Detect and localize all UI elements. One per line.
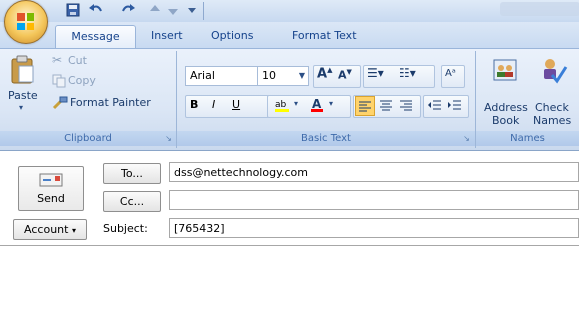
shrink-font-icon[interactable]: A▼ [338, 68, 352, 82]
increase-indent-icon[interactable] [446, 96, 464, 114]
basic-text-group-label: Basic Text [177, 131, 475, 146]
align-center-icon[interactable] [377, 96, 395, 114]
copy-label: Copy [68, 74, 96, 87]
chevron-down-icon: ▾ [19, 103, 24, 112]
chevron-down-icon: ▼ [298, 71, 305, 80]
basic-text-dialog-launcher-icon[interactable]: ↘ [462, 134, 471, 143]
account-button[interactable]: Account ▾ [13, 219, 87, 240]
italic-icon[interactable]: I [212, 98, 215, 111]
undo-icon[interactable] [88, 3, 104, 17]
redo-icon[interactable] [120, 3, 136, 17]
send-label: Send [37, 192, 65, 205]
numbering-icon[interactable]: ☷▾ [399, 66, 416, 80]
send-mail-icon [39, 173, 63, 187]
office-button[interactable] [4, 0, 48, 44]
tab-options[interactable]: Options [211, 26, 253, 46]
message-body[interactable] [0, 245, 579, 332]
window-title [500, 2, 579, 16]
subject-label: Subject: [103, 222, 148, 235]
arrow-down-icon[interactable] [166, 3, 182, 17]
clipboard-dialog-launcher-icon[interactable]: ↘ [164, 134, 173, 143]
grow-font-icon[interactable]: A▲ [317, 66, 332, 81]
svg-text:ab: ab [275, 100, 287, 110]
paste-button[interactable]: Paste ▾ [6, 55, 42, 113]
basic-text-group: Arial ▼ 10 ▼ A▲ A▼ ☰▾ ☷▾ Aᵃ B I U ab ▾ A… [177, 49, 475, 150]
account-label: Account [24, 223, 69, 236]
clipboard-group-label: Clipboard [0, 131, 176, 146]
highlight-icon[interactable]: ab [273, 97, 291, 113]
cut-label: Cut [68, 54, 87, 67]
clipboard-group: Paste ▾ ✂ Cut Copy Format Painter Clipbo… [0, 49, 176, 150]
names-group: Address Book Check Names Names [476, 49, 579, 150]
font-color-icon[interactable]: A [309, 97, 325, 113]
chevron-down-icon: ▾ [71, 226, 76, 235]
tab-format-text[interactable]: Format Text [292, 26, 357, 46]
check-names-button[interactable]: Check Names [530, 53, 576, 129]
paste-icon [11, 55, 34, 84]
styles-button[interactable]: Aᵃ [441, 65, 465, 88]
to-button[interactable]: To... [103, 163, 161, 184]
subject-field[interactable]: [765432] [169, 218, 579, 238]
align-left-icon[interactable] [355, 96, 375, 116]
address-book-label-1: Address [484, 101, 528, 114]
arrow-up-icon[interactable] [148, 3, 164, 17]
chevron-down-icon[interactable]: ▾ [294, 99, 298, 108]
align-right-icon[interactable] [397, 96, 415, 114]
scissors-icon: ✂ [52, 53, 63, 67]
office-logo-icon [17, 13, 34, 30]
font-name-value: Arial [190, 69, 215, 82]
address-book-icon [493, 59, 517, 81]
save-icon[interactable] [66, 3, 82, 17]
check-names-icon [544, 59, 568, 84]
qat-separator [203, 2, 204, 20]
font-size-combo[interactable]: 10 ▼ [257, 66, 309, 86]
format-painter-label: Format Painter [70, 96, 151, 109]
bold-icon[interactable]: B [190, 98, 198, 111]
underline-icon[interactable]: U [232, 98, 240, 111]
styles-icon: Aᵃ [445, 68, 456, 79]
to-field[interactable]: dss@nettechnology.com [169, 162, 579, 182]
check-names-label-1: Check [535, 101, 569, 114]
send-button[interactable]: Send [18, 166, 84, 211]
tab-insert[interactable]: Insert [151, 26, 183, 46]
ribbon: Paste ▾ ✂ Cut Copy Format Painter Clipbo… [0, 48, 579, 151]
title-bar [0, 0, 579, 23]
chevron-down-icon[interactable]: ▾ [329, 99, 333, 108]
customize-qat-icon[interactable] [186, 3, 198, 17]
address-book-button[interactable]: Address Book [480, 53, 528, 129]
format-painter-icon [52, 96, 68, 110]
svg-text:A: A [312, 97, 322, 111]
cc-field[interactable] [169, 190, 579, 210]
check-names-label-2: Names [533, 114, 572, 127]
font-name-combo[interactable]: Arial ▼ [185, 66, 267, 86]
copy-icon [52, 74, 66, 88]
decrease-indent-icon[interactable] [426, 96, 444, 114]
font-size-value: 10 [262, 69, 276, 82]
bullets-icon[interactable]: ☰▾ [367, 66, 384, 80]
cc-button[interactable]: Cc... [103, 191, 161, 212]
names-group-label: Names [476, 131, 579, 146]
tab-message[interactable]: Message [55, 25, 136, 49]
address-book-label-2: Book [492, 114, 520, 127]
paste-label: Paste [8, 89, 38, 102]
